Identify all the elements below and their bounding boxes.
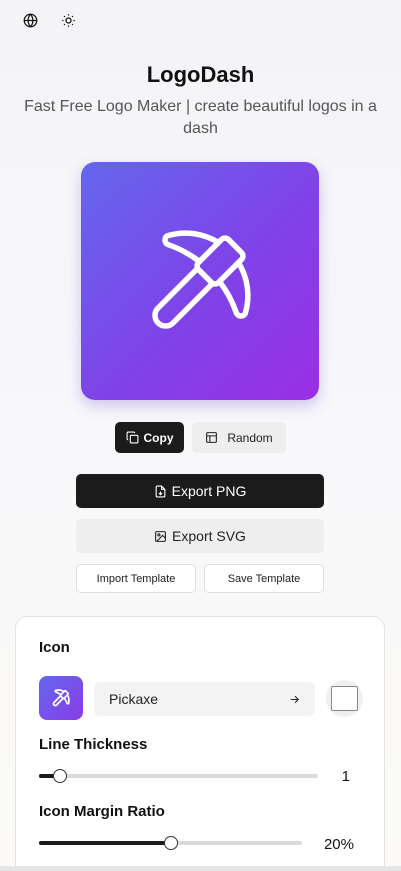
globe-icon[interactable] xyxy=(21,11,39,29)
slider-fill xyxy=(39,841,171,845)
settings-panel: Icon Pickaxe Line Thickness 1 Icon Margi… xyxy=(15,616,385,871)
file-download-icon xyxy=(155,485,166,497)
line-thickness-value: 1 xyxy=(341,768,350,785)
icon-margin-label: Icon Margin Ratio xyxy=(39,803,165,820)
icon-thumbnail[interactable] xyxy=(39,676,83,720)
line-thickness-label: Line Thickness xyxy=(39,736,148,753)
icon-color-picker[interactable] xyxy=(326,680,363,717)
icon-margin-value: 20% xyxy=(323,836,354,853)
sun-icon[interactable] xyxy=(59,11,77,29)
quick-actions: Copy Random xyxy=(115,422,286,453)
slider-track xyxy=(39,774,318,778)
export-svg-label: Export SVG xyxy=(172,528,246,544)
export-png-label: Export PNG xyxy=(171,483,247,499)
color-swatch-fill xyxy=(331,686,358,711)
app-subtitle: Fast Free Logo Maker | create beautiful … xyxy=(24,98,377,137)
template-actions: Import Template Save Template xyxy=(76,564,324,593)
icon-margin-slider[interactable] xyxy=(39,836,302,850)
pickaxe-icon xyxy=(52,689,70,707)
horizontal-scrollbar[interactable] xyxy=(0,866,401,871)
layout-icon xyxy=(206,432,218,443)
copy-button[interactable]: Copy xyxy=(115,422,184,453)
top-toolbar xyxy=(21,11,77,29)
icon-picker-button[interactable]: Pickaxe xyxy=(94,682,315,716)
arrow-right-icon xyxy=(290,695,300,703)
random-label: Random xyxy=(227,430,273,445)
save-template-button[interactable]: Save Template xyxy=(204,564,324,593)
line-thickness-slider[interactable] xyxy=(39,769,318,783)
copy-icon xyxy=(126,431,138,444)
logo-preview xyxy=(81,162,319,400)
slider-thumb[interactable] xyxy=(52,769,67,783)
copy-label: Copy xyxy=(143,430,174,445)
pickaxe-icon xyxy=(152,230,251,329)
import-template-button[interactable]: Import Template xyxy=(76,564,196,593)
icon-section-label: Icon xyxy=(39,639,70,656)
random-button[interactable]: Random xyxy=(192,422,286,453)
export-png-button[interactable]: Export PNG xyxy=(76,474,324,508)
export-svg-button[interactable]: Export SVG xyxy=(76,519,324,553)
image-icon xyxy=(155,530,166,542)
icon-name: Pickaxe xyxy=(109,691,159,707)
app-title: LogoDash xyxy=(146,62,255,87)
slider-thumb[interactable] xyxy=(163,836,178,850)
